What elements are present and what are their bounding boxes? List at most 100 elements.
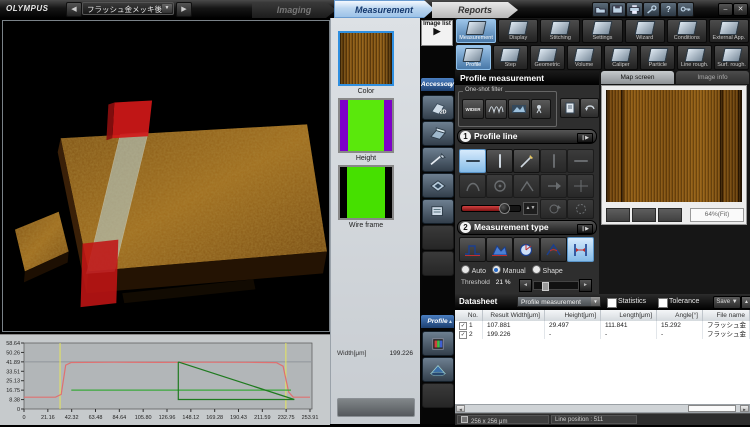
type-step-button[interactable] (459, 237, 486, 262)
toolbar-conditions-button[interactable]: Conditions (667, 19, 707, 43)
toolbar-display-button[interactable]: Display (498, 19, 538, 43)
mode-geometric-button[interactable]: Geometric (530, 45, 565, 70)
wave-filter-button[interactable] (485, 99, 507, 119)
radio-shape[interactable] (532, 265, 541, 274)
chevron-down-icon[interactable]: ▼ (162, 4, 172, 13)
datasheet-mode-dropdown[interactable]: Profile measurement ▼ (517, 296, 601, 307)
key-icon[interactable] (677, 2, 694, 17)
wrench-icon[interactable] (643, 2, 660, 17)
toolbar-wizard-button[interactable]: Wizard (625, 19, 665, 43)
row-checkbox[interactable]: ✓ (459, 331, 467, 339)
wider-filter-button[interactable]: WIDER (462, 99, 484, 119)
tab-reports[interactable]: Reports (432, 2, 518, 18)
mode-step-button[interactable]: Step (493, 45, 528, 70)
minimize-button[interactable]: – (718, 3, 733, 16)
type-radius-button[interactable] (513, 237, 540, 262)
col-no[interactable]: No. (455, 310, 483, 321)
threshold-decrease-button[interactable]: ◄ (519, 279, 532, 292)
map-zoom-out-button[interactable] (606, 208, 630, 222)
open-file-icon[interactable] (592, 2, 609, 17)
scroll-right-button[interactable]: ► (740, 405, 749, 412)
threshold-slider[interactable] (533, 281, 579, 290)
noise-filter-button[interactable] (531, 99, 551, 119)
table-row[interactable]: ✓1 107.881 29.497 111.841 15.292 フラッシュ金 (455, 321, 750, 330)
mode-volume-button[interactable]: Volume (567, 45, 602, 70)
horizontal-scrollbar[interactable]: ◄ ► (455, 404, 750, 413)
filter-document-button[interactable] (560, 98, 580, 118)
image-list-button[interactable]: Image list ▶ (421, 20, 453, 46)
tab-measurement[interactable]: Measurement (334, 0, 434, 18)
collapse-datasheet-button[interactable]: ▲ (741, 296, 750, 309)
save-icon[interactable] (609, 2, 626, 17)
profile-chart[interactable]: 58.6450.2641.8933.5125.1316.758.380021.1… (0, 334, 330, 425)
type-angle-button[interactable] (540, 237, 567, 262)
surface-filter-button[interactable] (508, 99, 530, 119)
scrollbar-thumb[interactable] (688, 405, 736, 412)
line-horizontal-button[interactable] (459, 149, 486, 173)
radio-manual[interactable] (492, 265, 501, 274)
toolbar-measurement-button[interactable]: Measurement (456, 19, 496, 43)
3d-preview-icon[interactable] (422, 357, 454, 382)
table-row[interactable]: ✓2 199.226 - - - フラッシュ金 (455, 330, 750, 339)
mode-profile-button[interactable]: Profile (456, 45, 491, 70)
mode-particle-button[interactable]: Particle (640, 45, 675, 70)
row-checkbox[interactable]: ✓ (459, 322, 467, 330)
tab-profile-tools[interactable]: Profile▲ (421, 315, 454, 328)
thumbnail-wireframe[interactable] (338, 165, 394, 220)
type-area-button[interactable] (486, 237, 513, 262)
file-selector-dropdown[interactable]: フラッシュ金メッキ後… ▼ (82, 2, 174, 15)
layer-list-icon[interactable] (422, 199, 454, 224)
file-forward-button[interactable]: ▶ (176, 2, 192, 17)
threshold-increase-button[interactable]: ► (579, 279, 592, 292)
file-back-button[interactable]: ◀ (66, 2, 82, 17)
draw-profile-icon[interactable] (422, 147, 454, 172)
statistics-checkbox[interactable] (607, 298, 617, 308)
view-3d-icon[interactable] (422, 121, 454, 146)
toolbar-settings-button[interactable]: Settings (582, 19, 622, 43)
chevron-down-icon[interactable]: ▼ (591, 297, 600, 306)
apply-button[interactable] (337, 398, 415, 417)
measurement-type-header[interactable]: 2 Measurement type ❙▶ (457, 220, 597, 235)
thumbnail-height[interactable] (338, 98, 394, 153)
mode-line-roughness-button[interactable]: Line rough. (677, 45, 712, 70)
col-height[interactable]: Height[μm] (545, 310, 601, 321)
tab-accessory[interactable]: Accessory▲ (421, 78, 454, 91)
3d-surface-view[interactable] (2, 20, 330, 332)
radio-auto[interactable] (461, 265, 470, 274)
toolbar-stitching-button[interactable]: Stitching (540, 19, 580, 43)
tab-imaging[interactable]: Imaging (252, 2, 336, 18)
expand-button[interactable]: ❙▶ (577, 224, 593, 234)
help-icon[interactable]: ? (660, 2, 677, 17)
scroll-left-button[interactable]: ◄ (456, 405, 465, 412)
map-zoom-in-button[interactable] (632, 208, 656, 222)
map-image[interactable] (606, 90, 742, 202)
close-button[interactable]: ✕ (733, 3, 748, 16)
filter-undo-button[interactable] (580, 98, 599, 118)
line-free-button[interactable] (513, 149, 540, 173)
thumbnail-color[interactable] (338, 31, 394, 86)
plane-view-icon[interactable] (422, 173, 454, 198)
print-icon[interactable] (626, 2, 643, 17)
line-position-spinner[interactable]: ▲▼ (523, 202, 538, 215)
col-length[interactable]: Length[μm] (601, 310, 657, 321)
color-layer-icon[interactable] (422, 331, 454, 356)
threshold-thumb[interactable] (542, 282, 549, 291)
save-button[interactable]: Save ▼ (713, 296, 741, 309)
expand-button[interactable]: ❙▶ (577, 133, 593, 143)
type-width-button[interactable] (567, 237, 594, 262)
line-vertical-button[interactable] (486, 149, 513, 173)
col-angle[interactable]: Angle[°] (657, 310, 703, 321)
view-2d-icon[interactable]: 2D (422, 95, 454, 120)
map-zoom-100-button[interactable] (658, 208, 682, 222)
profile-line-header[interactable]: 1 Profile line ❙▶ (457, 129, 597, 144)
slider-thumb[interactable] (499, 203, 510, 214)
col-result-width[interactable]: Result Width[μm] (483, 310, 545, 321)
mode-surface-roughness-button[interactable]: Surf. rough. (714, 45, 749, 70)
col-file-name[interactable]: File name (703, 310, 750, 321)
mode-caliper-button[interactable]: Caliper (604, 45, 639, 70)
line-position-slider[interactable] (461, 205, 521, 212)
toolbar-external-app-button[interactable]: External App. (709, 19, 749, 43)
tab-map-screen[interactable]: Map screen (601, 71, 674, 84)
tab-image-info[interactable]: Image info (676, 71, 749, 84)
tolerance-checkbox[interactable] (658, 298, 668, 308)
